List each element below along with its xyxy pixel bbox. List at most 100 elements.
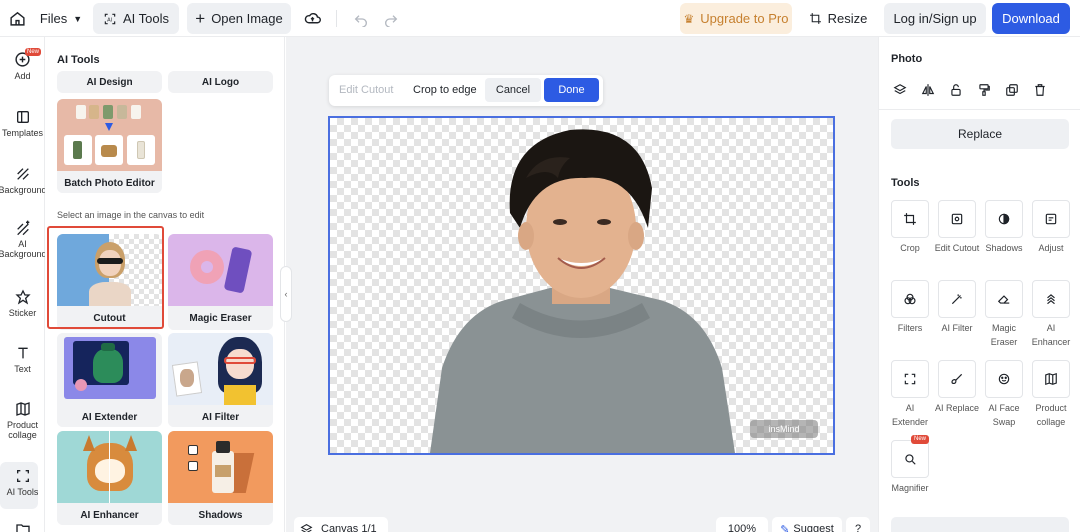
tool-label: Crop: [900, 243, 920, 253]
lock-icon[interactable]: [949, 83, 963, 97]
shadows-icon: [998, 213, 1010, 225]
eraser-icon: [997, 295, 1010, 304]
tool-label: AI Filter: [941, 323, 973, 333]
rail-label: Templates: [1, 128, 44, 138]
duplicate-icon[interactable]: [1005, 83, 1019, 97]
rail-label: AI Background: [0, 239, 47, 259]
rail-item-ai-tools[interactable]: AI Tools: [0, 468, 45, 497]
collage-icon: [1045, 372, 1057, 386]
ai-enhancer-card[interactable]: AI Enhancer: [57, 431, 162, 525]
crop-icon: [904, 213, 916, 225]
card-label: AI Enhancer: [57, 503, 162, 525]
rail-item-background[interactable]: Background: [0, 166, 47, 195]
chevron-down-icon: ▼: [73, 13, 83, 24]
plus-icon: +: [195, 9, 206, 28]
ai-tools-button[interactable]: AI AI Tools: [93, 3, 179, 34]
download-button[interactable]: Download: [992, 3, 1070, 34]
cutout-edit-toolbar: Edit Cutout Crop to edge Cancel Done: [329, 75, 603, 106]
left-rail: Add New Templates Background AI Backgrou…: [0, 37, 47, 532]
folder-icon: [15, 524, 30, 532]
tool-adjust[interactable]: Adjust: [1028, 200, 1074, 255]
crop-to-edge-button[interactable]: Crop to edge: [413, 84, 477, 96]
canvas-area: Edit Cutout Crop to edge Cancel Done ins…: [286, 37, 878, 532]
rail-item-sticker[interactable]: Sticker: [0, 289, 45, 318]
rail-item-text[interactable]: Text: [0, 345, 45, 374]
undo-icon[interactable]: [350, 3, 372, 34]
canvas-selector[interactable]: Canvas 1/1: [294, 517, 388, 532]
flip-icon[interactable]: [921, 83, 935, 97]
magnifier-icon: [905, 454, 916, 465]
ai-filter-card[interactable]: AI Filter: [168, 333, 273, 427]
tool-ai-face-swap[interactable]: AI Face Swap: [981, 360, 1027, 429]
tool-label: Filters: [897, 323, 923, 333]
cloud-icon[interactable]: [300, 3, 324, 34]
upgrade-label: Upgrade to Pro: [700, 11, 789, 26]
card-label: AI Logo: [168, 71, 273, 93]
rail-item-templates[interactable]: Templates: [0, 109, 45, 138]
tool-label: Shadows: [985, 243, 1023, 253]
layers-icon[interactable]: [893, 83, 907, 97]
svg-text:AI: AI: [107, 17, 112, 23]
done-button[interactable]: Done: [544, 78, 599, 102]
rail-item-add[interactable]: Add New: [0, 48, 45, 81]
paint-format-icon[interactable]: [977, 83, 991, 97]
text-icon: [17, 347, 28, 359]
redo-icon[interactable]: [380, 3, 402, 34]
collapse-panel-handle[interactable]: ‹: [280, 266, 292, 322]
ai-extender-thumbnail: [57, 333, 162, 405]
rail-label: Sticker: [8, 308, 37, 318]
tool-product-collage[interactable]: Product collage: [1028, 360, 1074, 429]
suggest-button[interactable]: ✎ Suggest: [772, 517, 842, 532]
batch-photo-editor-card[interactable]: Batch Photo Editor: [57, 99, 162, 193]
tool-ai-replace[interactable]: AI Replace: [934, 360, 980, 415]
card-label: Batch Photo Editor: [57, 171, 162, 193]
cutout-image[interactable]: insMind: [328, 116, 835, 455]
tool-filters[interactable]: Filters: [887, 280, 933, 335]
tool-label: AI Extender: [891, 403, 929, 427]
ai-enhancer-thumbnail: [57, 431, 162, 503]
magic-wand-icon: [951, 294, 962, 305]
tool-ai-filter[interactable]: AI Filter: [934, 280, 980, 335]
card-label: AI Filter: [168, 405, 273, 427]
cancel-button[interactable]: Cancel: [485, 78, 541, 102]
magic-eraser-card[interactable]: Magic Eraser: [168, 234, 273, 330]
selected-card-outline: [47, 226, 164, 329]
tool-magic-eraser[interactable]: Magic Eraser: [981, 280, 1027, 349]
enhancer-icon: [1047, 294, 1055, 305]
tool-shadows[interactable]: Shadows: [981, 200, 1027, 255]
tool-label: Magic Eraser: [990, 323, 1018, 347]
trash-icon[interactable]: [1033, 83, 1047, 97]
edit-cutout-icon: [951, 213, 963, 225]
tool-magnifier[interactable]: Magnifier New: [887, 435, 933, 495]
open-image-button[interactable]: + Open Image: [187, 3, 291, 34]
sticker-icon: [14, 289, 31, 305]
canvas-hint: Select an image in the canvas to edit: [57, 210, 205, 220]
tool-edit-cutout[interactable]: Edit Cutout: [934, 200, 980, 255]
files-menu[interactable]: Files ▼: [38, 3, 84, 34]
ai-design-card[interactable]: AI Design: [57, 71, 162, 93]
ai-logo-card[interactable]: AI Logo: [168, 71, 273, 93]
divider: [879, 109, 1080, 110]
tool-ai-extender[interactable]: AI Extender: [887, 360, 933, 429]
home-icon[interactable]: [6, 3, 28, 34]
suggest-label: Suggest: [793, 523, 834, 532]
help-button[interactable]: ?: [846, 517, 870, 532]
edit-cutout-button[interactable]: Edit Cutout: [339, 84, 393, 96]
upgrade-button[interactable]: ♛ Upgrade to Pro: [680, 3, 792, 34]
crown-icon: ♛: [683, 11, 695, 26]
tool-ai-enhancer[interactable]: AI Enhancer: [1028, 280, 1074, 349]
rail-item-product-collage[interactable]: Product collage: [0, 401, 45, 440]
shadows-card[interactable]: Shadows: [168, 431, 273, 525]
zoom-control[interactable]: 100%: [716, 517, 768, 532]
tool-crop[interactable]: Crop: [887, 200, 933, 255]
ai-extender-card[interactable]: AI Extender: [57, 333, 162, 427]
magic-eraser-thumbnail: [168, 234, 273, 306]
suggest-icon: ✎: [780, 523, 790, 532]
background-icon: [16, 168, 29, 180]
rail-item-more[interactable]: [0, 521, 45, 532]
panel-title: AI Tools: [57, 54, 100, 66]
replace-button[interactable]: Replace: [891, 119, 1069, 149]
rail-item-ai-background[interactable]: AI Background: [0, 220, 47, 259]
login-button[interactable]: Log in/Sign up: [884, 3, 986, 34]
resize-button[interactable]: Resize: [806, 3, 870, 34]
